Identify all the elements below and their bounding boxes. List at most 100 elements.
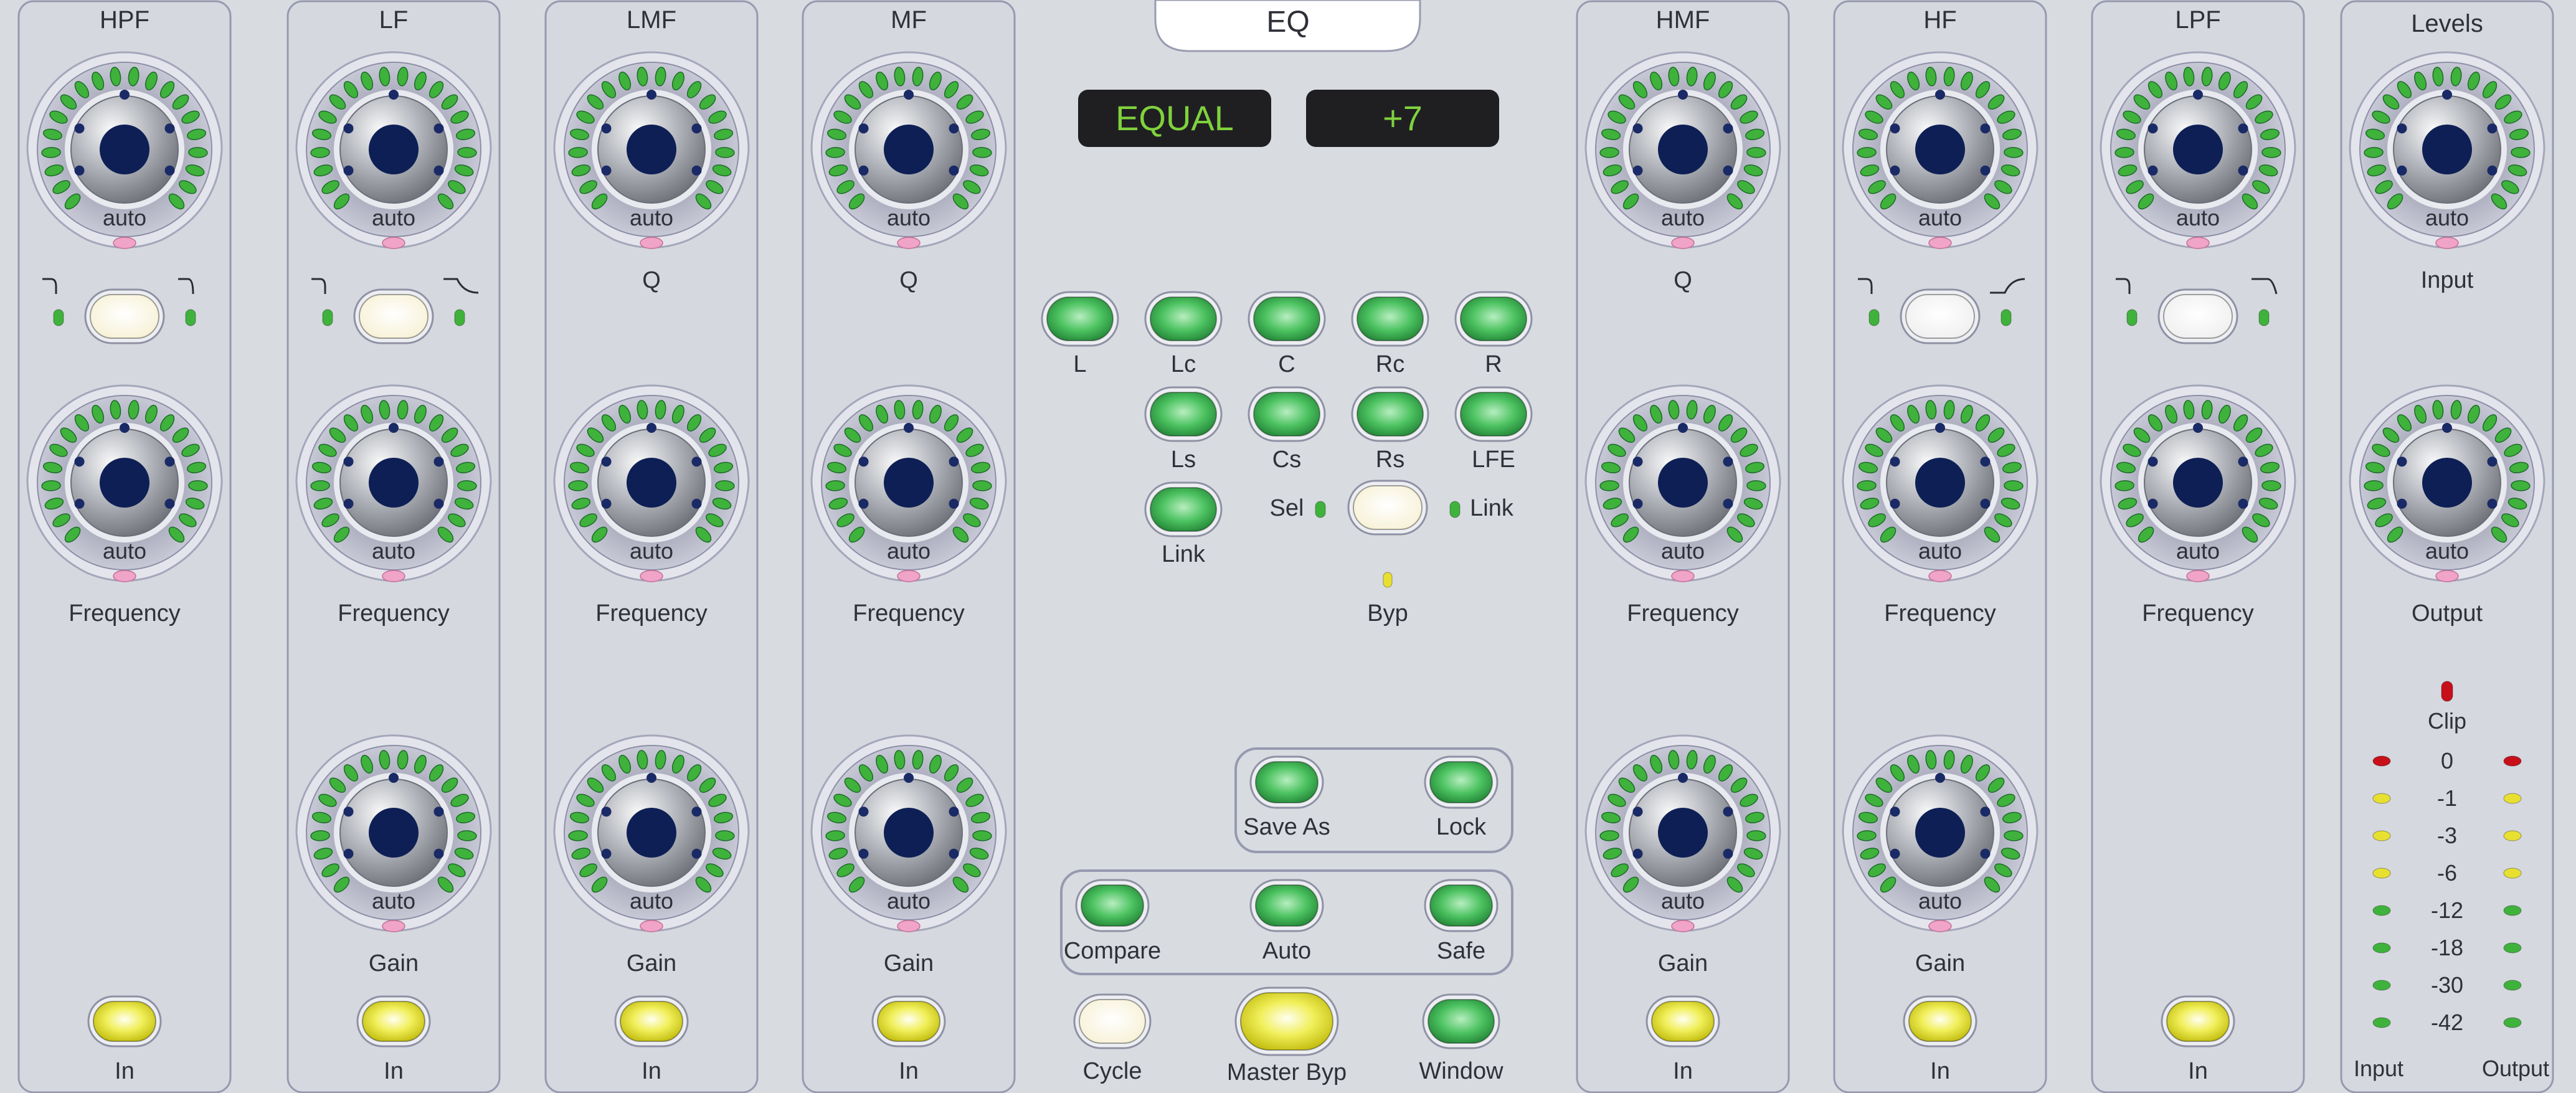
knob-tick [343, 457, 354, 467]
button-face [2163, 294, 2233, 339]
output-meter-led [2503, 868, 2522, 879]
hf-frequency-label: Frequency [1884, 600, 1996, 627]
knob-tick [691, 123, 702, 134]
sel-link-switch[interactable] [1347, 480, 1428, 536]
button-face [1429, 761, 1493, 803]
knob-tick [1723, 165, 1733, 176]
knob-indicator-led [1671, 237, 1695, 249]
knob-indicator-led [2435, 570, 2459, 582]
meter-scale-label: -3 [2436, 823, 2458, 848]
hf-in-label: In [1930, 1058, 1950, 1084]
channel-label-c: C [1278, 351, 1295, 377]
hpf-in-label: In [115, 1058, 135, 1084]
window-button[interactable] [1422, 993, 1500, 1049]
button-face [1429, 884, 1493, 927]
channel-label-r: R [1485, 351, 1502, 377]
knob-led [568, 147, 588, 158]
knob-led [2004, 480, 2024, 491]
knob-tick [858, 165, 869, 176]
compare-button[interactable] [1075, 879, 1150, 932]
safe-button[interactable] [1424, 879, 1499, 932]
knob-tick [164, 165, 175, 176]
cycle-button[interactable] [1073, 993, 1152, 1049]
safe-label: Safe [1436, 938, 1486, 964]
knob-indicator-led [2186, 570, 2210, 582]
knob-cap [369, 458, 419, 508]
channel-button-lc[interactable] [1144, 291, 1223, 347]
knob-tick [120, 90, 130, 100]
knob-tick [1723, 498, 1733, 509]
channel-link-button[interactable] [1144, 481, 1223, 537]
lf-filter-type-switch[interactable] [353, 288, 434, 344]
button-face [877, 1001, 940, 1042]
button-face [1150, 487, 1217, 532]
knob-indicator-led [2435, 237, 2459, 249]
hmf-in-button[interactable] [1646, 995, 1720, 1048]
button-face [1353, 485, 1423, 530]
knob-led [825, 147, 845, 158]
lpf-filter-type-switch[interactable] [2157, 288, 2238, 344]
knob-tick [1935, 773, 1945, 783]
channel-label-ls: Ls [1170, 447, 1196, 473]
channel-button-rc[interactable] [1351, 291, 1429, 347]
hpf-filter-type-switch[interactable] [84, 288, 165, 344]
knob-cap [2173, 458, 2223, 508]
knob-cap [1915, 125, 1965, 174]
knob-tick [2397, 498, 2407, 509]
lmf-in-button[interactable] [614, 995, 689, 1048]
knob-tick [691, 807, 702, 817]
button-face [1253, 296, 1320, 341]
knob-tick [691, 165, 702, 176]
button-face [362, 1001, 425, 1042]
knob-tick [164, 457, 175, 467]
button-face [1046, 296, 1114, 341]
hf-filter-type-switch[interactable] [1900, 288, 1981, 344]
knob-tick [858, 123, 869, 134]
master-bypass-button[interactable] [1234, 987, 1339, 1056]
knob-tick [1723, 807, 1733, 817]
mf-in-button[interactable] [871, 995, 946, 1048]
auto-button[interactable] [1249, 879, 1324, 932]
hpf-in-button[interactable] [87, 995, 162, 1048]
knob-tick [858, 457, 869, 467]
channel-button-cs[interactable] [1248, 386, 1326, 442]
band-title-lpf: LPF [2175, 6, 2221, 34]
meter-scale-label: 0 [2440, 748, 2454, 774]
knob-tick [601, 165, 612, 176]
knob-cap [1915, 458, 1965, 508]
knob-tick [2238, 498, 2248, 509]
channel-button-lfe[interactable] [1454, 386, 1533, 442]
button-face [620, 1001, 683, 1042]
channel-button-l[interactable] [1041, 291, 1119, 347]
channel-button-rs[interactable] [1351, 386, 1429, 442]
knob-tick [343, 123, 354, 134]
knob-led [188, 147, 208, 158]
knob-cap [1658, 458, 1708, 508]
save-as-button[interactable] [1249, 755, 1324, 809]
knob-led [2114, 480, 2134, 491]
knob-led [1857, 147, 1877, 158]
preset-name-display: EQUAL [1078, 90, 1271, 147]
sel-led [1315, 501, 1326, 518]
output-meter-led [2503, 980, 2522, 991]
knob-cap [369, 125, 419, 174]
knob-led [1746, 480, 1766, 491]
hf-in-button[interactable] [1903, 995, 1977, 1048]
channel-button-r[interactable] [1454, 291, 1533, 347]
knob-indicator-led [2186, 237, 2210, 249]
knob-tick [2442, 423, 2452, 433]
knob-tick [2147, 498, 2158, 509]
channel-button-ls[interactable] [1144, 386, 1223, 442]
knob-tick [691, 498, 702, 509]
lock-button[interactable] [1424, 755, 1499, 809]
channel-button-c[interactable] [1248, 291, 1326, 347]
knob-tick [904, 773, 914, 783]
knob-cap [627, 808, 676, 858]
knob-tick [2442, 90, 2452, 100]
channel-label-rc: Rc [1375, 351, 1405, 377]
knob-tick [858, 498, 869, 509]
knob-led [1746, 830, 1766, 841]
lf-in-button[interactable] [356, 995, 431, 1048]
knob-led [715, 830, 735, 841]
lpf-in-button[interactable] [2161, 995, 2235, 1048]
